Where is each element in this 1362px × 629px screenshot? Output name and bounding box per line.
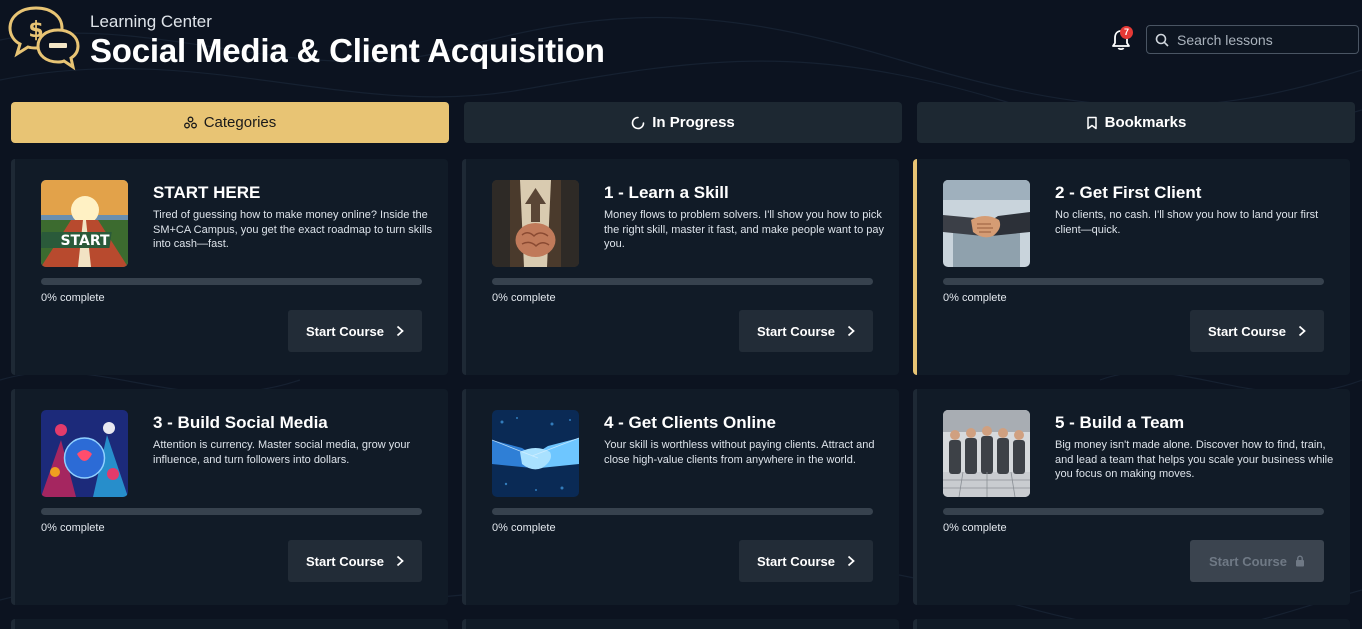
chevron-right-icon bbox=[396, 325, 404, 337]
course-description: Your skill is worthless without paying c… bbox=[604, 439, 875, 466]
course-title: 1 - Learn a Skill bbox=[604, 183, 729, 202]
chevron-right-icon bbox=[847, 555, 855, 567]
course-card-build-a-team[interactable]: 5 - Build a Team Big money isn't made al… bbox=[913, 389, 1350, 605]
start-course-button[interactable]: Start Course bbox=[739, 310, 873, 352]
course-title: 3 - Build Social Media bbox=[153, 413, 328, 432]
course-description: Tired of guessing how to make money onli… bbox=[153, 209, 433, 250]
start-track-image: START bbox=[41, 180, 128, 267]
svg-text:START: START bbox=[60, 233, 110, 249]
progress-bar bbox=[41, 278, 422, 285]
progress-bar bbox=[943, 508, 1324, 515]
start-course-label: Start Course bbox=[305, 553, 385, 569]
progress-bar bbox=[492, 508, 873, 515]
course-card-next-row bbox=[913, 619, 1350, 629]
start-course-label: Start Course bbox=[1208, 553, 1288, 569]
brain-arrow-image bbox=[492, 180, 579, 267]
start-course-button[interactable]: Start Course bbox=[288, 540, 422, 582]
handshake-image bbox=[943, 180, 1030, 267]
start-course-button[interactable]: Start Course bbox=[1190, 310, 1324, 352]
chevron-right-icon bbox=[1298, 325, 1306, 337]
course-description: Money flows to problem solvers. I'll sho… bbox=[604, 209, 885, 250]
start-course-label: Start Course bbox=[1207, 323, 1287, 339]
course-card-learn-a-skill[interactable]: 1 - Learn a Skill Money flows to problem… bbox=[462, 159, 899, 375]
start-course-button[interactable]: Start Course bbox=[739, 540, 873, 582]
course-title: 2 - Get First Client bbox=[1055, 183, 1202, 202]
digital-handshake-image bbox=[492, 410, 579, 497]
lock-icon bbox=[1295, 555, 1305, 567]
course-description: Big money isn't made alone. Discover how… bbox=[1055, 439, 1334, 480]
progress-label: 0% complete bbox=[943, 522, 1007, 534]
chevron-right-icon bbox=[396, 555, 404, 567]
progress-label: 0% complete bbox=[492, 522, 556, 534]
progress-label: 0% complete bbox=[41, 292, 105, 304]
course-description: No clients, no cash. I'll show you how t… bbox=[1055, 209, 1319, 236]
course-card-start-here[interactable]: START START HERE Tired of guessing how t… bbox=[11, 159, 448, 375]
course-title: 4 - Get Clients Online bbox=[604, 413, 776, 432]
progress-bar bbox=[943, 278, 1324, 285]
start-course-label: Start Course bbox=[305, 323, 385, 339]
progress-bar bbox=[492, 278, 873, 285]
business-team-image bbox=[943, 410, 1030, 497]
course-card-get-first-client[interactable]: 2 - Get First Client No clients, no cash… bbox=[913, 159, 1350, 375]
chevron-right-icon bbox=[847, 325, 855, 337]
social-globe-image bbox=[41, 410, 128, 497]
progress-label: 0% complete bbox=[943, 292, 1007, 304]
course-grid: START START HERE Tired of guessing how t… bbox=[0, 0, 1362, 629]
start-course-label: Start Course bbox=[756, 553, 836, 569]
start-course-label: Start Course bbox=[756, 323, 836, 339]
course-title: START HERE bbox=[153, 183, 261, 202]
progress-bar bbox=[41, 508, 422, 515]
course-card-build-social-media[interactable]: 3 - Build Social Media Attention is curr… bbox=[11, 389, 448, 605]
course-title: 5 - Build a Team bbox=[1055, 413, 1185, 432]
start-course-button[interactable]: Start Course bbox=[288, 310, 422, 352]
progress-label: 0% complete bbox=[41, 522, 105, 534]
progress-label: 0% complete bbox=[492, 292, 556, 304]
course-description: Attention is currency. Master social med… bbox=[153, 439, 411, 466]
course-card-next-row bbox=[462, 619, 899, 629]
start-course-button-locked[interactable]: Start Course bbox=[1190, 540, 1324, 582]
course-card-get-clients-online[interactable]: 4 - Get Clients Online Your skill is wor… bbox=[462, 389, 899, 605]
course-card-next-row bbox=[11, 619, 448, 629]
